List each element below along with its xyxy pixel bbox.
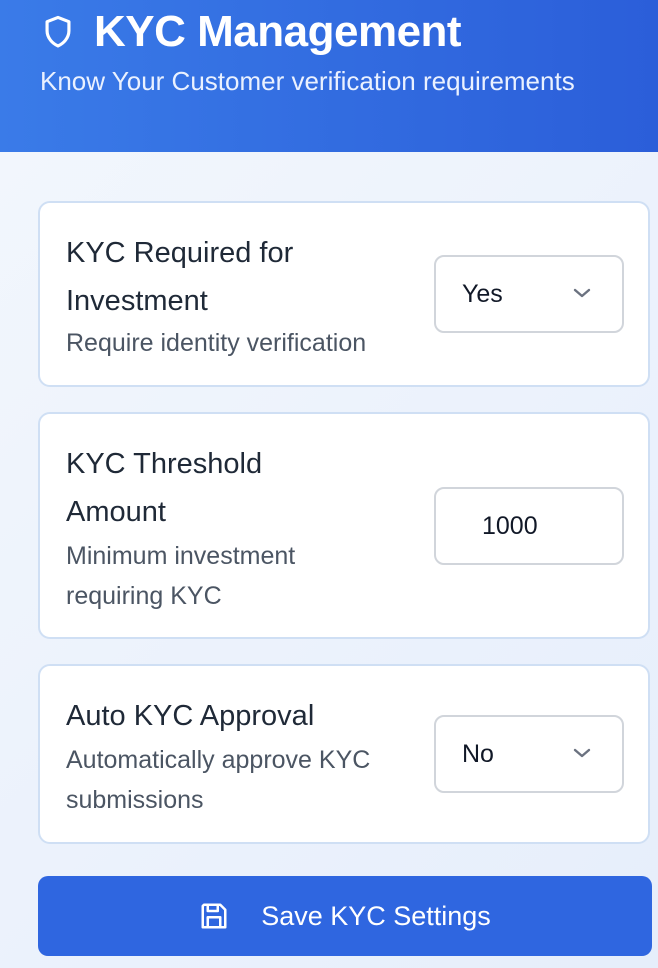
setting-card-kyc-threshold: KYC Threshold Amount Minimum investment … — [38, 412, 650, 639]
shield-icon — [40, 14, 76, 50]
setting-description: requiring KYC — [66, 582, 222, 610]
kyc-threshold-input[interactable] — [436, 489, 622, 563]
setting-label: Auto KYC Approval — [66, 700, 315, 732]
save-button-label: Save KYC Settings — [261, 900, 491, 931]
setting-label: KYC Required for — [66, 237, 294, 269]
page-subtitle: Know Your Customer verification requirem… — [40, 66, 575, 96]
header-title-row: KYC Management — [40, 4, 462, 60]
setting-description: Minimum investment — [66, 542, 296, 570]
select-value: No — [462, 740, 494, 768]
setting-description: Require identity verification — [66, 329, 367, 357]
setting-description: submissions — [66, 786, 204, 814]
select-value: Yes — [462, 280, 503, 308]
chevron-down-icon — [572, 286, 592, 300]
save-kyc-settings-button[interactable]: Save KYC Settings — [38, 876, 652, 956]
page-title: KYC Management — [94, 7, 462, 56]
setting-label: Amount — [66, 496, 166, 528]
kyc-threshold-field[interactable] — [434, 487, 624, 565]
auto-kyc-select[interactable]: No — [434, 715, 624, 793]
setting-card-auto-kyc: Auto KYC Approval Automatically approve … — [38, 664, 650, 844]
setting-card-kyc-required: KYC Required for Investment Require iden… — [38, 201, 650, 387]
chevron-down-icon — [572, 746, 592, 760]
setting-label: Investment — [66, 285, 208, 317]
save-icon — [199, 901, 229, 931]
page-header: KYC Management Know Your Customer verifi… — [0, 0, 658, 152]
setting-description: Automatically approve KYC — [66, 746, 371, 774]
setting-label: KYC Threshold — [66, 448, 263, 480]
kyc-required-select[interactable]: Yes — [434, 255, 624, 333]
